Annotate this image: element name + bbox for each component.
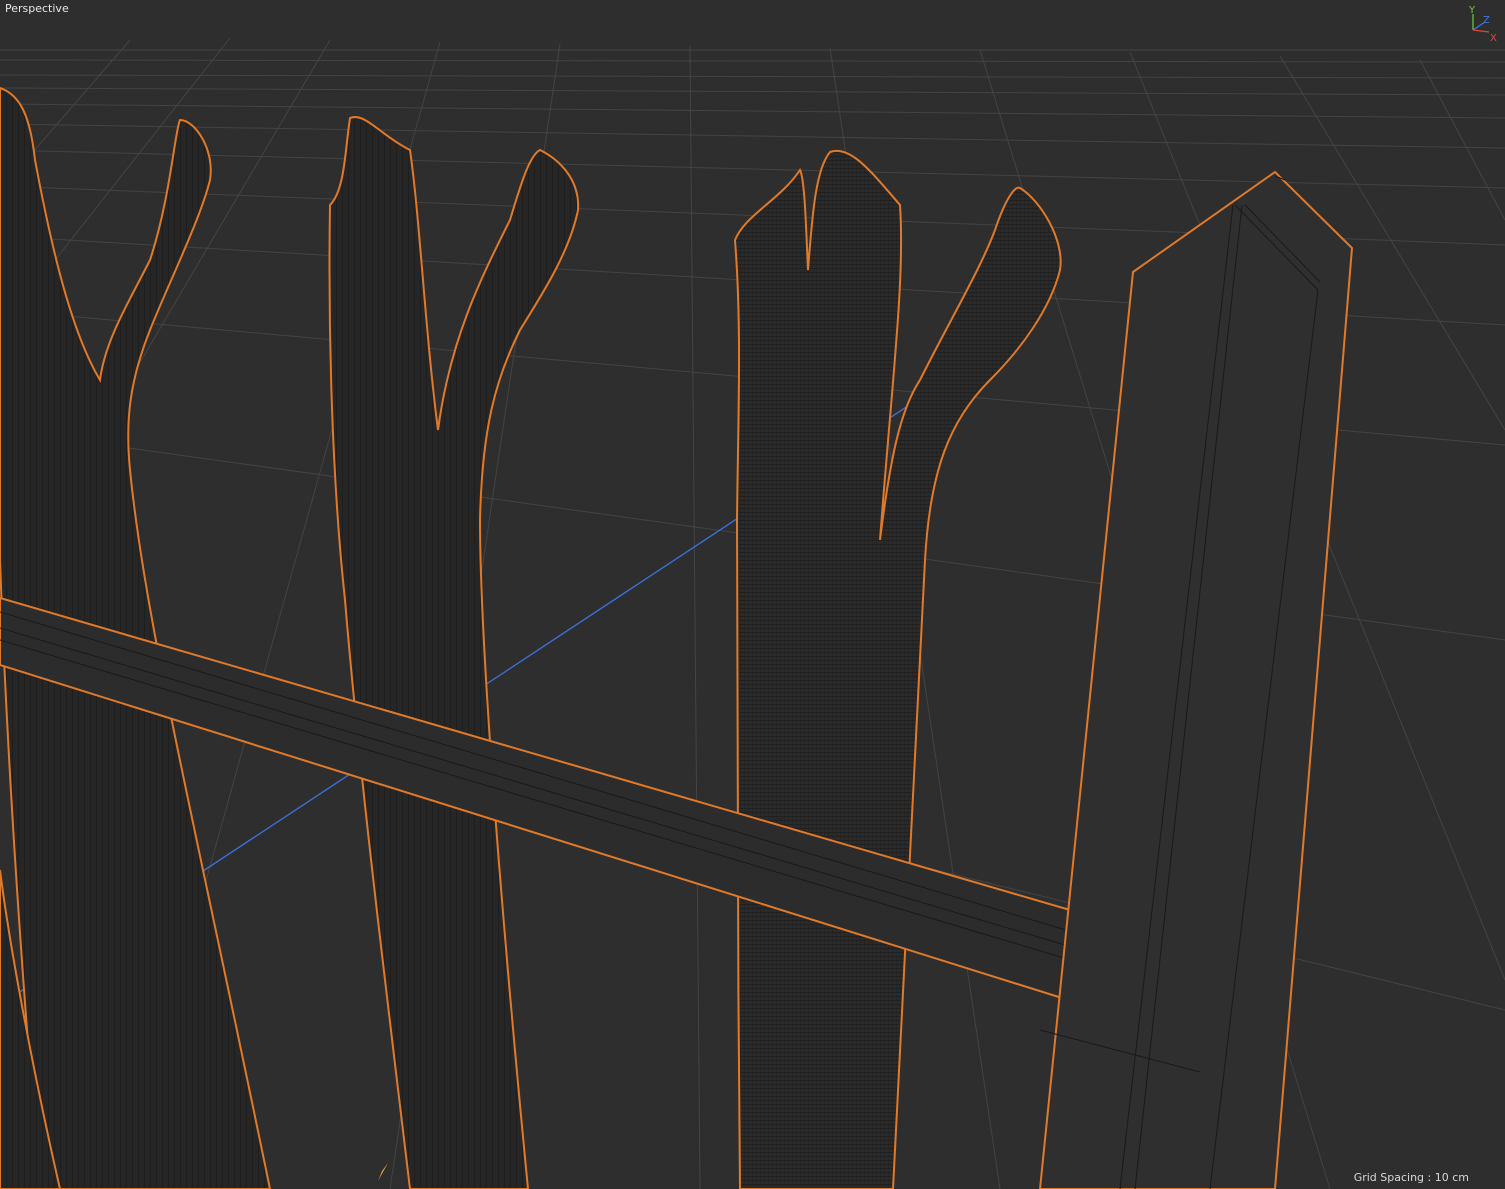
grid-spacing-label: Grid Spacing : 10 cm <box>1353 1171 1469 1184</box>
axis-y-label: Y <box>1468 5 1476 16</box>
axis-gizmo: Y Z X <box>1468 5 1497 42</box>
viewport-title[interactable]: Perspective <box>5 2 69 15</box>
post[interactable] <box>1038 170 1354 1189</box>
axis-x-label: X <box>1490 33 1497 42</box>
picket-3[interactable] <box>733 149 1062 1189</box>
axis-z-label: Z <box>1483 15 1490 26</box>
scene-canvas[interactable] <box>0 0 1505 1189</box>
3d-viewport[interactable]: Perspective Y Z X Grid Spacing : 10 cm <box>0 0 1505 1189</box>
cursor-marker-icon <box>378 1163 388 1181</box>
picket-2[interactable] <box>328 116 580 1189</box>
